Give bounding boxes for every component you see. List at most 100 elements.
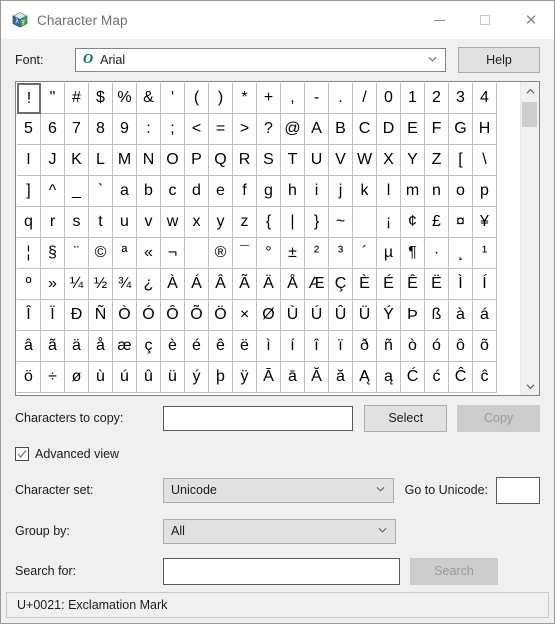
- character-cell[interactable]: /: [353, 83, 377, 114]
- character-cell[interactable]: ¼: [65, 269, 89, 300]
- font-combo[interactable]: O Arial: [75, 48, 446, 72]
- character-cell[interactable]: À: [161, 269, 185, 300]
- character-cell[interactable]: í: [281, 331, 305, 362]
- character-cell[interactable]: Ĉ: [449, 362, 473, 393]
- character-cell[interactable]: É: [377, 269, 401, 300]
- character-cell[interactable]: Ê: [401, 269, 425, 300]
- character-cell[interactable]: ù: [89, 362, 113, 393]
- character-cell[interactable]: ¹: [473, 238, 497, 269]
- character-cell[interactable]: ã: [41, 331, 65, 362]
- character-cell[interactable]: Ą: [353, 362, 377, 393]
- character-cell[interactable]: ´: [353, 238, 377, 269]
- character-cell[interactable]: Ö: [209, 300, 233, 331]
- character-cell[interactable]: ¥: [473, 207, 497, 238]
- character-cell[interactable]: u: [113, 207, 137, 238]
- character-cell[interactable]: ;: [161, 114, 185, 145]
- character-cell[interactable]: ·: [425, 238, 449, 269]
- character-cell[interactable]: ª: [113, 238, 137, 269]
- character-cell[interactable]: Á: [185, 269, 209, 300]
- character-cell[interactable]: á: [473, 300, 497, 331]
- character-cell[interactable]: »: [41, 269, 65, 300]
- character-cell[interactable]: ¤: [449, 207, 473, 238]
- scroll-up-button[interactable]: [521, 82, 539, 100]
- character-cell[interactable]: $: [89, 83, 113, 114]
- character-cell[interactable]: Ý: [377, 300, 401, 331]
- character-set-combo[interactable]: Unicode: [163, 477, 394, 503]
- character-cell[interactable]: Ð: [65, 300, 89, 331]
- character-cell[interactable]: Ë: [425, 269, 449, 300]
- character-cell[interactable]: z: [233, 207, 257, 238]
- close-button[interactable]: ✕: [508, 1, 554, 39]
- character-cell[interactable]: Ç: [329, 269, 353, 300]
- character-cell[interactable]: W: [353, 145, 377, 176]
- character-cell[interactable]: m: [401, 176, 425, 207]
- character-cell[interactable]: U: [305, 145, 329, 176]
- character-cell[interactable]: ®: [209, 238, 233, 269]
- character-cell[interactable]: F: [425, 114, 449, 145]
- character-cell[interactable]: X: [377, 145, 401, 176]
- maximize-button[interactable]: [462, 1, 508, 39]
- character-cell[interactable]: !: [17, 83, 41, 114]
- character-cell[interactable]: b: [137, 176, 161, 207]
- character-cell[interactable]: c: [161, 176, 185, 207]
- character-cell[interactable]: H: [473, 114, 497, 145]
- character-cell[interactable]: ć: [425, 362, 449, 393]
- character-cell[interactable]: Ì: [449, 269, 473, 300]
- character-cell[interactable]: Î: [17, 300, 41, 331]
- copy-button[interactable]: Copy: [457, 404, 540, 432]
- character-cell[interactable]: E: [401, 114, 425, 145]
- character-grid[interactable]: ! " # $% & '() * +, -./0 1 2 3 4 5 6 7 8 9:; < = >? @ A B C D E F G H…: [17, 83, 520, 393]
- character-cell[interactable]: ¨: [65, 238, 89, 269]
- character-cell[interactable]: B: [329, 114, 353, 145]
- character-cell[interactable]: &: [137, 83, 161, 114]
- character-cell[interactable]: ä: [65, 331, 89, 362]
- scroll-down-button[interactable]: [521, 377, 539, 395]
- character-cell[interactable]: «: [137, 238, 161, 269]
- character-cell[interactable]: ": [41, 83, 65, 114]
- character-cell[interactable]: D: [377, 114, 401, 145]
- character-cell[interactable]: i: [305, 176, 329, 207]
- character-cell[interactable]: *: [233, 83, 257, 114]
- character-cell[interactable]: ,: [281, 83, 305, 114]
- character-cell[interactable]: £: [425, 207, 449, 238]
- scrollbar-track[interactable]: [521, 100, 539, 377]
- character-cell[interactable]: N: [137, 145, 161, 176]
- character-cell[interactable]: ¾: [113, 269, 137, 300]
- character-cell[interactable]: ì: [257, 331, 281, 362]
- scrollbar-thumb[interactable]: [522, 102, 537, 127]
- character-cell[interactable]: @: [281, 114, 305, 145]
- character-cell[interactable]: M: [113, 145, 137, 176]
- character-cell[interactable]: ą: [377, 362, 401, 393]
- character-cell[interactable]: ā: [281, 362, 305, 393]
- character-cell[interactable]: 4: [473, 83, 497, 114]
- character-cell[interactable]: Æ: [305, 269, 329, 300]
- character-cell[interactable]: P: [185, 145, 209, 176]
- character-cell[interactable]: <: [185, 114, 209, 145]
- character-cell[interactable]: x: [185, 207, 209, 238]
- character-cell[interactable]: ': [161, 83, 185, 114]
- character-cell[interactable]: ê: [209, 331, 233, 362]
- character-cell[interactable]: ö: [17, 362, 41, 393]
- character-cell[interactable]: ¢: [401, 207, 425, 238]
- character-cell[interactable]: Q: [209, 145, 233, 176]
- character-cell[interactable]: Í: [473, 269, 497, 300]
- character-cell[interactable]: [: [449, 145, 473, 176]
- character-cell[interactable]: å: [89, 331, 113, 362]
- group-by-combo[interactable]: All: [163, 518, 396, 544]
- character-cell[interactable]: K: [65, 145, 89, 176]
- character-cell[interactable]: è: [161, 331, 185, 362]
- character-cell[interactable]: S: [257, 145, 281, 176]
- character-cell[interactable]: +: [257, 83, 281, 114]
- character-cell[interactable]: Ï: [41, 300, 65, 331]
- character-cell[interactable]: h: [281, 176, 305, 207]
- character-cell[interactable]: ÷: [41, 362, 65, 393]
- character-cell[interactable]: û: [137, 362, 161, 393]
- character-cell[interactable]: ç: [137, 331, 161, 362]
- character-cell[interactable]: ï: [329, 331, 353, 362]
- character-cell[interactable]: ­: [185, 238, 209, 269]
- character-cell[interactable]: ]: [17, 176, 41, 207]
- character-cell[interactable]: ¯: [233, 238, 257, 269]
- character-cell[interactable]: _: [65, 176, 89, 207]
- character-cell[interactable]: È: [353, 269, 377, 300]
- character-cell[interactable]: ñ: [377, 331, 401, 362]
